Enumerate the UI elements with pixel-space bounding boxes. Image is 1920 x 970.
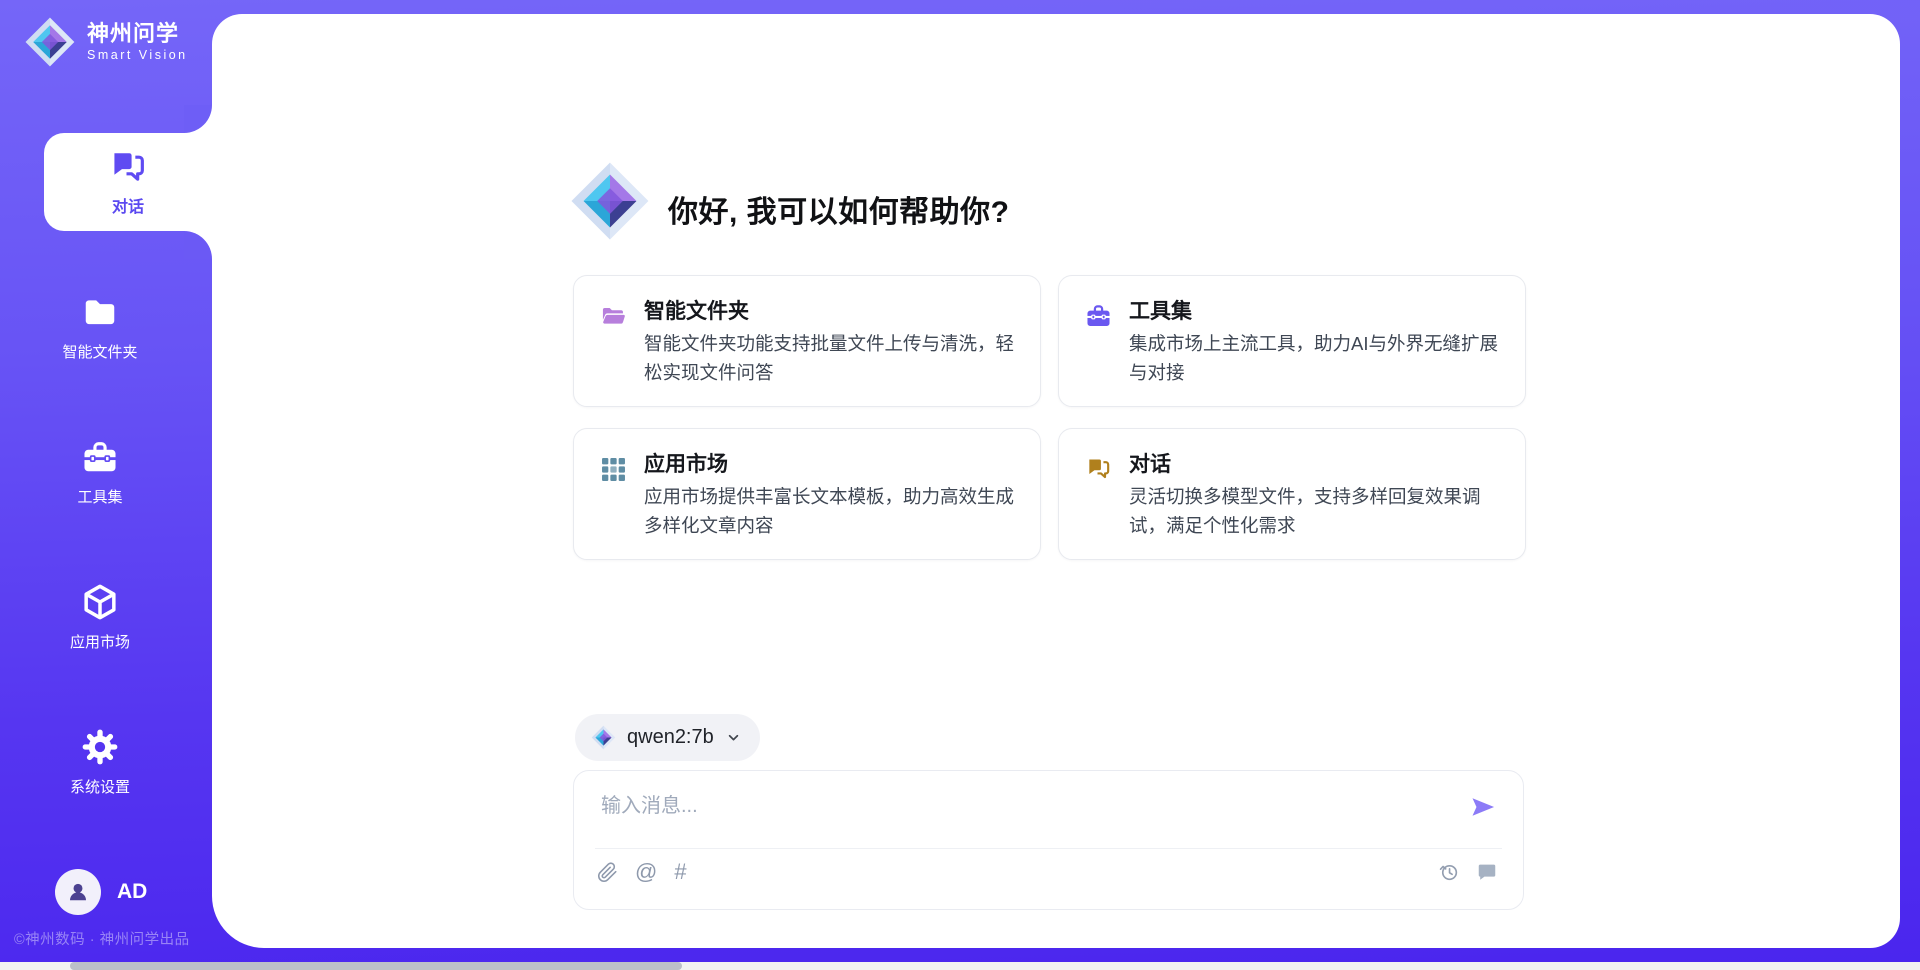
horizontal-scrollbar[interactable] — [0, 962, 1920, 970]
sidebar-item-label: 系统设置 — [70, 776, 130, 797]
feature-card-chat[interactable]: 对话 灵活切换多模型文件，支持多样回复效果调试，满足个性化需求 — [1058, 428, 1526, 560]
greeting-logo-icon — [569, 160, 651, 247]
history-icon[interactable] — [1438, 861, 1460, 883]
feature-card-app-market[interactable]: 应用市场 应用市场提供丰富长文本模板，助力高效生成多样化文章内容 — [573, 428, 1041, 560]
feature-card-title: 智能文件夹 — [644, 295, 749, 325]
toolbox-icon — [81, 439, 119, 477]
grid-icon — [600, 456, 627, 488]
user-name: AD — [117, 880, 147, 904]
person-icon — [65, 879, 91, 905]
feature-card-description: 应用市场提供丰富长文本模板，助力高效生成多样化文章内容 — [644, 482, 1026, 540]
user-account[interactable]: AD — [55, 869, 147, 915]
active-tab-top-fillet — [184, 105, 212, 133]
paperclip-icon[interactable] — [597, 862, 618, 883]
feature-card-description: 灵活切换多模型文件，支持多样回复效果调试，满足个性化需求 — [1129, 482, 1511, 540]
sidebar-footer-credit: ©神州数码 · 神州问学出品 — [14, 928, 190, 949]
hash-icon[interactable]: # — [674, 861, 686, 883]
avatar — [55, 869, 101, 915]
toolbox-icon — [1085, 303, 1112, 335]
feature-card-title: 应用市场 — [644, 448, 728, 478]
greeting-title: 你好, 我可以如何帮助你? — [668, 187, 1010, 231]
chat-icon — [1085, 456, 1112, 488]
chevron-down-icon — [725, 729, 742, 746]
folder-icon — [81, 294, 119, 332]
model-diamond-icon — [591, 725, 616, 750]
brand-subtitle: Smart Vision — [87, 48, 188, 62]
comment-icon[interactable] — [1476, 861, 1498, 883]
model-name: qwen2:7b — [627, 726, 714, 749]
feature-card-toolset[interactable]: 工具集 集成市场上主流工具，助力AI与外界无缝扩展与对接 — [1058, 275, 1526, 407]
feature-card-description: 智能文件夹功能支持批量文件上传与清洗，轻松实现文件问答 — [644, 329, 1026, 387]
cube-icon — [80, 582, 120, 622]
send-icon[interactable] — [1469, 793, 1497, 821]
sidebar-item-app-market[interactable]: 应用市场 — [40, 582, 160, 652]
feature-card-title: 工具集 — [1129, 295, 1192, 325]
sidebar-item-label: 对话 — [112, 193, 144, 217]
message-input[interactable] — [599, 787, 1443, 825]
brand-logo-block: 神州问学 Smart Vision — [24, 16, 188, 68]
gear-icon — [80, 727, 120, 767]
sidebar-item-label: 工具集 — [77, 486, 122, 507]
sidebar-item-label: 智能文件夹 — [62, 341, 137, 362]
model-selector[interactable]: qwen2:7b — [575, 714, 760, 761]
at-sign-icon[interactable]: @ — [635, 861, 657, 883]
sidebar-item-smart-folder[interactable]: 智能文件夹 — [40, 294, 160, 362]
active-tab-bottom-fillet — [184, 231, 212, 259]
brand-name: 神州问学 — [87, 22, 188, 46]
composer-divider — [595, 848, 1502, 849]
brand-diamond-icon — [24, 16, 76, 68]
feature-card-description: 集成市场上主流工具，助力AI与外界无缝扩展与对接 — [1129, 329, 1511, 387]
chat-icon — [108, 148, 148, 188]
feature-card-title: 对话 — [1129, 448, 1171, 478]
scrollbar-thumb[interactable] — [70, 962, 682, 970]
sidebar-item-chat[interactable]: 对话 — [44, 133, 212, 231]
sidebar-item-label: 应用市场 — [70, 631, 130, 652]
message-composer: @ # — [573, 770, 1524, 910]
folder-open-icon — [600, 303, 627, 335]
sidebar-item-settings[interactable]: 系统设置 — [40, 727, 160, 797]
feature-card-smart-folder[interactable]: 智能文件夹 智能文件夹功能支持批量文件上传与清洗，轻松实现文件问答 — [573, 275, 1041, 407]
sidebar-item-toolset[interactable]: 工具集 — [40, 439, 160, 507]
